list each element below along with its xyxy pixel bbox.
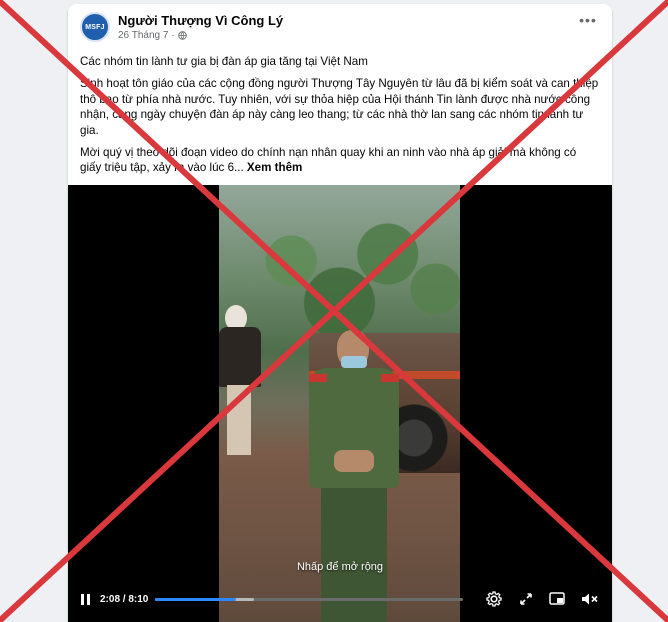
fullscreen-icon[interactable] (515, 583, 537, 615)
globe-icon (178, 31, 187, 40)
pause-icon[interactable] (78, 583, 92, 615)
meta-separator: · (171, 30, 175, 41)
video-player[interactable]: Nhấp để mở rộng 2:08 / 8:10 (68, 185, 612, 622)
post-paragraph-2-text: Mời quý vị theo dõi đoạn video do chính … (80, 146, 577, 175)
more-icon[interactable]: ••• (574, 10, 602, 30)
video-controls: 2:08 / 8:10 (68, 583, 612, 615)
see-more-link[interactable]: Xem thêm (247, 161, 302, 174)
video-frame[interactable] (219, 185, 460, 622)
post-paragraph-2: Mời quý vị theo dõi đoạn video do chính … (80, 145, 600, 176)
avatar[interactable]: MSFJ (80, 12, 110, 42)
post-card: MSFJ Người Thượng Vì Công Lý 26 Tháng 7 … (68, 4, 612, 622)
post-text: Các nhóm tin lành tư gia bị đàn áp gia t… (80, 54, 600, 183)
author-name[interactable]: Người Thượng Vì Công Lý (118, 13, 283, 28)
video-progress-bar[interactable] (155, 598, 463, 601)
volume-muted-icon[interactable] (578, 583, 602, 615)
settings-icon[interactable] (483, 583, 505, 615)
video-scene-person (219, 305, 269, 475)
avatar-logo-text: MSFJ (85, 23, 105, 31)
post-title-line: Các nhóm tin lành tư gia bị đàn áp gia t… (80, 55, 368, 68)
video-time: 2:08 / 8:10 (100, 593, 149, 605)
expand-hint[interactable]: Nhấp để mở rộng (68, 561, 612, 573)
post-date[interactable]: 26 Tháng 7 (118, 30, 168, 41)
video-scene-officer (299, 330, 409, 622)
post-paragraph-1: Sinh hoạt tôn giáo của các cộng đồng ngư… (80, 77, 599, 137)
pip-icon[interactable] (546, 583, 568, 615)
video-progress-fill (155, 598, 236, 601)
post-meta: 26 Tháng 7 · (118, 30, 187, 41)
